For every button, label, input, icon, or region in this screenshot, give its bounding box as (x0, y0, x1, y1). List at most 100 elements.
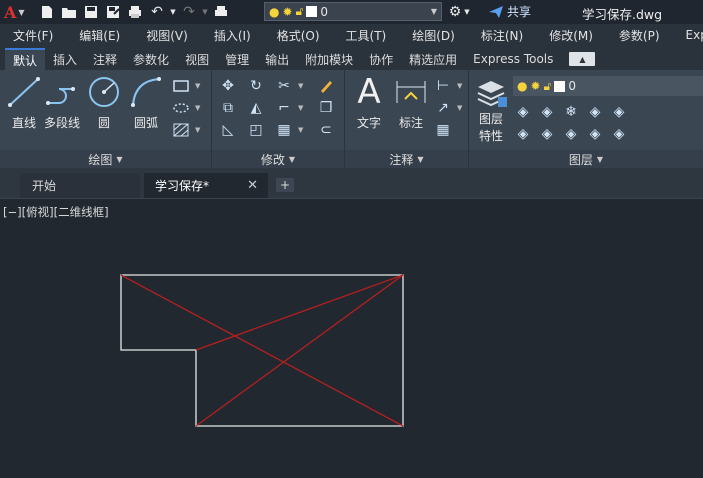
plot-icon[interactable] (124, 1, 146, 23)
drawing-canvas[interactable] (0, 199, 703, 478)
tab-collaborate[interactable]: 协作 (361, 48, 401, 70)
app-menu-button[interactable]: A ▼ (0, 0, 36, 24)
layer-match-icon[interactable]: ◈ (609, 102, 629, 122)
hatch-icon[interactable] (171, 120, 191, 140)
layer-unisolate-icon[interactable]: ◈ (537, 124, 557, 144)
scale-icon[interactable]: ◰ (246, 120, 266, 140)
tab-express-tools[interactable]: Express Tools (465, 48, 561, 70)
viewport-label[interactable]: [−][俯视][二维线框] (3, 204, 109, 220)
document-tabs: 开始 学习保存* ✕ + (0, 168, 703, 198)
rotate-icon[interactable]: ↻ (246, 76, 266, 96)
circle-tool[interactable]: 圆 (86, 74, 122, 131)
menu-tools[interactable]: 工具(T) (333, 27, 400, 44)
tab-parametric[interactable]: 参数化 (125, 48, 177, 70)
erase-icon[interactable] (316, 76, 336, 96)
explode-icon[interactable]: ❒ (316, 98, 336, 118)
linear-dimension-icon[interactable]: ⊢ (433, 76, 453, 96)
fillet-icon[interactable]: ⌐ (274, 98, 294, 118)
undo-icon[interactable]: ↶ (146, 1, 168, 23)
dimension-tool[interactable]: 标注 (393, 74, 429, 131)
array-icon[interactable]: ▦ (274, 120, 294, 140)
arc-tool[interactable]: 圆弧 (128, 74, 164, 131)
tab-output[interactable]: 输出 (257, 48, 297, 70)
open-folder-icon[interactable] (58, 1, 80, 23)
chevron-down-icon[interactable]: ▼ (457, 82, 462, 90)
modify-panel-title[interactable]: 修改 ▼ (212, 150, 344, 168)
new-tab-button[interactable]: + (276, 178, 294, 192)
chevron-down-icon[interactable]: ▼ (298, 82, 303, 90)
menu-draw[interactable]: 绘图(D) (399, 27, 468, 44)
move-icon[interactable]: ✥ (218, 76, 238, 96)
undo-dropdown-icon[interactable]: ▼ (168, 1, 178, 23)
layers-panel: 图层 特性 ● ✹ 🔓︎ 0 ◈ ◈ ❄ ◈ ◈ ◈ ◈ ◈ ◈ ◈ 图层 ▼ (469, 70, 703, 168)
layer-current-dropdown[interactable]: ● ✹ 🔓︎ 0 (513, 76, 703, 96)
chevron-down-icon[interactable]: ▼ (457, 104, 462, 112)
redo-dropdown-icon[interactable]: ▼ (200, 1, 210, 23)
menu-parametric[interactable]: 参数(P) (606, 27, 673, 44)
redo-icon[interactable]: ↷ (178, 1, 200, 23)
tab-featured-apps[interactable]: 精选应用 (401, 48, 465, 70)
print-icon[interactable] (210, 1, 232, 23)
menu-insert[interactable]: 插入(I) (201, 27, 264, 44)
leader-icon[interactable]: ↗ (433, 98, 453, 118)
chevron-down-icon[interactable]: ▼ (195, 82, 200, 90)
rectangle-icon[interactable] (171, 76, 191, 96)
layers-panel-title[interactable]: 图层 ▼ (469, 150, 703, 168)
layer-on-icon[interactable]: ◈ (513, 124, 533, 144)
chevron-down-icon[interactable]: ▼ (298, 104, 303, 112)
layer-freeze-icon[interactable]: ❄ (561, 102, 581, 122)
chevron-down-icon[interactable]: ▼ (298, 126, 303, 134)
offset-icon[interactable]: ⊂ (316, 120, 336, 140)
stretch-icon[interactable]: ◺ (218, 120, 238, 140)
hatch-ellipse-icon[interactable] (171, 98, 191, 118)
tab-start[interactable]: 开始 (20, 173, 140, 198)
save-as-icon[interactable] (102, 1, 124, 23)
tab-default[interactable]: 默认 (5, 48, 46, 70)
tab-annotate[interactable]: 注释 (85, 48, 125, 70)
tab-view[interactable]: 视图 (177, 48, 217, 70)
tab-addins[interactable]: 附加模块 (297, 48, 361, 70)
new-file-icon[interactable] (36, 1, 58, 23)
menu-format[interactable]: 格式(O) (264, 27, 333, 44)
draw-panel-title[interactable]: 绘图 ▼ (0, 150, 211, 168)
menu-express[interactable]: Express (673, 28, 703, 42)
menu-file[interactable]: 文件(F) (0, 27, 66, 44)
layer-lock-icon[interactable]: ◈ (585, 102, 605, 122)
tab-insert[interactable]: 插入 (45, 48, 85, 70)
tab-current-drawing[interactable]: 学习保存* ✕ (144, 173, 268, 198)
save-icon[interactable] (80, 1, 102, 23)
close-icon[interactable]: ✕ (247, 178, 258, 193)
menu-modify[interactable]: 修改(M) (536, 27, 606, 44)
share-button[interactable]: 共享 (488, 3, 531, 20)
line-tool[interactable]: 直线 (6, 74, 42, 131)
diagonal-line-3[interactable] (195, 274, 404, 351)
copy-icon[interactable]: ⧉ (218, 98, 238, 118)
chevron-down-icon: ▼ (430, 7, 437, 16)
text-tool[interactable]: A 文字 (351, 72, 387, 131)
layer-stack-icon (477, 81, 507, 107)
ribbon-minimize-button[interactable]: ▲ (569, 52, 596, 66)
menu-edit[interactable]: 编辑(E) (66, 27, 133, 44)
annotation-panel-title[interactable]: 注释 ▼ (345, 150, 468, 168)
sun-icon: ✹ (282, 4, 293, 19)
send-icon (489, 5, 503, 18)
layer-properties-tool[interactable]: 图层 特性 (473, 74, 509, 144)
layer-thaw-icon[interactable]: ◈ (561, 124, 581, 144)
tab-manage[interactable]: 管理 (217, 48, 257, 70)
layer-unlock-icon[interactable]: ◈ (585, 124, 605, 144)
trim-icon[interactable]: ✂ (274, 76, 294, 96)
layer-isolate-icon[interactable]: ◈ (537, 102, 557, 122)
layer-off-icon[interactable]: ◈ (513, 102, 533, 122)
layer-dropdown[interactable]: ● ✹ 🔓︎ 0 ▼ (264, 2, 442, 21)
menu-dimension[interactable]: 标注(N) (468, 27, 536, 44)
workspace-dropdown-icon[interactable]: ▼ (462, 1, 472, 23)
table-icon[interactable]: ▦ (433, 120, 453, 140)
autocad-logo-icon: A (4, 2, 17, 22)
chevron-down-icon[interactable]: ▼ (195, 126, 200, 134)
polyline-tool[interactable]: 多段线 (44, 74, 80, 131)
menu-view[interactable]: 视图(V) (133, 27, 201, 44)
chevron-down-icon[interactable]: ▼ (195, 104, 200, 112)
layer-walk-icon[interactable]: ◈ (609, 124, 629, 144)
diagonal-line-2[interactable] (195, 274, 404, 427)
mirror-icon[interactable]: ◭ (246, 98, 266, 118)
